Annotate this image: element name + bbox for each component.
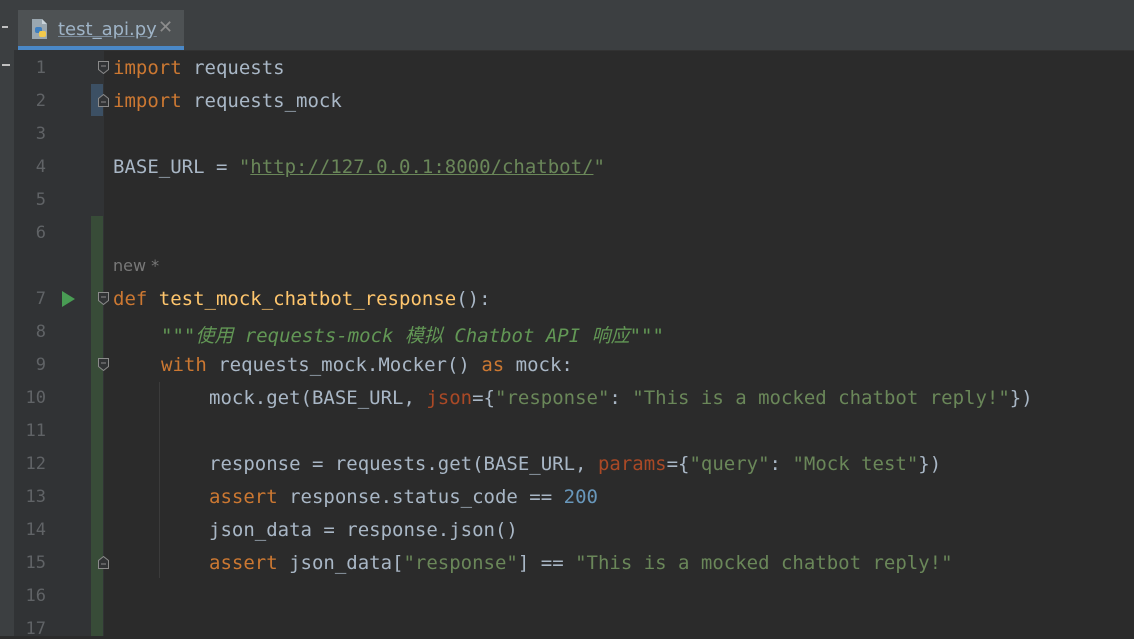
tab-test-api-py[interactable]: test_api.py ✕: [18, 10, 184, 50]
keyword-argument: params: [597, 453, 667, 475]
function-name: test_mock_chatbot_response: [158, 288, 457, 310]
line-number: 14: [25, 520, 46, 540]
tool-window-strip: [0, 0, 14, 636]
line-number: 2: [35, 91, 46, 111]
code-line-13[interactable]: assert response.status_code == 200: [209, 486, 598, 508]
line-number: 17: [25, 619, 46, 639]
string-literal: "query": [689, 453, 770, 475]
code-text: requests: [181, 57, 285, 79]
code-text: mock:: [504, 354, 573, 376]
fold-marker-icon[interactable]: [98, 556, 109, 569]
code-text: ] ==: [517, 552, 576, 574]
string-quote: ": [593, 156, 605, 178]
docstring: """使用 requests-mock 模拟 Chatbot API 响应""": [161, 325, 664, 347]
code-line-2[interactable]: import requests_mock: [113, 90, 342, 112]
line-number: 10: [25, 388, 46, 408]
line-number: 13: [25, 487, 46, 507]
code-line-1[interactable]: import requests: [113, 57, 285, 79]
code-line-14[interactable]: json_data = response.json(): [209, 519, 518, 541]
code-text: :: [609, 387, 633, 409]
code-line-12[interactable]: response = requests.get(BASE_URL, params…: [209, 453, 941, 475]
code-line-15[interactable]: assert json_data["response"] == "This is…: [209, 552, 953, 574]
line-number: 8: [35, 322, 46, 342]
line-number: 15: [25, 553, 46, 573]
keyword: assert: [209, 486, 278, 508]
line-number: 7: [35, 289, 46, 309]
code-text: mock.get(BASE_URL,: [209, 387, 427, 409]
code-text: :: [769, 453, 793, 475]
line-number: 12: [25, 454, 46, 474]
fold-marker-icon[interactable]: [98, 358, 109, 371]
keyword: with: [161, 354, 207, 376]
code-text: }): [1009, 387, 1033, 409]
line-number: 4: [35, 157, 46, 177]
string-literal: "response": [403, 552, 518, 574]
string-literal: "This is a mocked chatbot reply!": [632, 387, 1010, 409]
line-number: 3: [35, 124, 46, 144]
keyword: assert: [209, 552, 278, 574]
fold-marker-icon[interactable]: [98, 61, 109, 74]
keyword: def: [113, 288, 148, 310]
strip-marker: [2, 26, 8, 28]
keyword: as: [481, 354, 505, 376]
author-inlay-hint[interactable]: new *: [113, 256, 159, 275]
line-number: 6: [35, 223, 46, 243]
tab-label: test_api.py: [58, 19, 157, 40]
code-text: BASE_URL =: [113, 156, 239, 178]
code-text: json_data[: [277, 552, 404, 574]
line-number: 9: [35, 355, 46, 375]
line-number: 11: [25, 421, 46, 441]
code-line-7[interactable]: def test_mock_chatbot_response():: [113, 288, 491, 310]
keyword-argument: json: [426, 387, 473, 409]
keyword: import: [113, 90, 182, 112]
code-text: requests_mock: [181, 90, 342, 112]
strip-marker: [2, 64, 10, 66]
string-quote: ": [238, 156, 251, 178]
indent-guide: [159, 382, 160, 578]
run-icon[interactable]: [62, 291, 75, 307]
code-text: ={: [666, 453, 690, 475]
line-number: 16: [25, 586, 46, 606]
code-text: ={: [472, 387, 495, 409]
code-line-9[interactable]: with requests_mock.Mocker() as mock:: [161, 354, 573, 376]
string-literal: "This is a mocked chatbot reply!": [575, 552, 953, 574]
url-link[interactable]: http://127.0.0.1:8000/chatbot/: [250, 156, 593, 178]
string-literal: "response": [495, 387, 610, 409]
string-literal: "Mock test": [792, 453, 919, 475]
number-literal: 200: [563, 486, 598, 508]
code-line-4[interactable]: BASE_URL = "http://127.0.0.1:8000/chatbo…: [113, 156, 605, 178]
code-text: requests_mock.Mocker(): [206, 354, 482, 376]
editor-tab-bar: test_api.py ✕: [0, 0, 1134, 51]
code-text: response.status_code ==: [277, 486, 564, 508]
code-text: ():: [456, 288, 491, 310]
close-icon[interactable]: ✕: [158, 17, 173, 38]
change-marker[interactable]: [91, 216, 103, 636]
line-number: 1: [35, 58, 46, 78]
fold-marker-icon[interactable]: [98, 94, 109, 107]
line-number: 5: [35, 190, 46, 210]
fold-marker-icon[interactable]: [98, 292, 109, 305]
code-text: json_data = response.json(): [209, 519, 518, 541]
python-file-icon: [32, 19, 47, 39]
code-text: response = requests.get(BASE_URL,: [209, 453, 598, 475]
code-line-8[interactable]: """使用 requests-mock 模拟 Chatbot API 响应""": [161, 321, 664, 348]
code-line-10[interactable]: mock.get(BASE_URL, json={"response": "Th…: [209, 387, 1033, 409]
code-text: }): [918, 453, 942, 475]
keyword: import: [113, 57, 182, 79]
